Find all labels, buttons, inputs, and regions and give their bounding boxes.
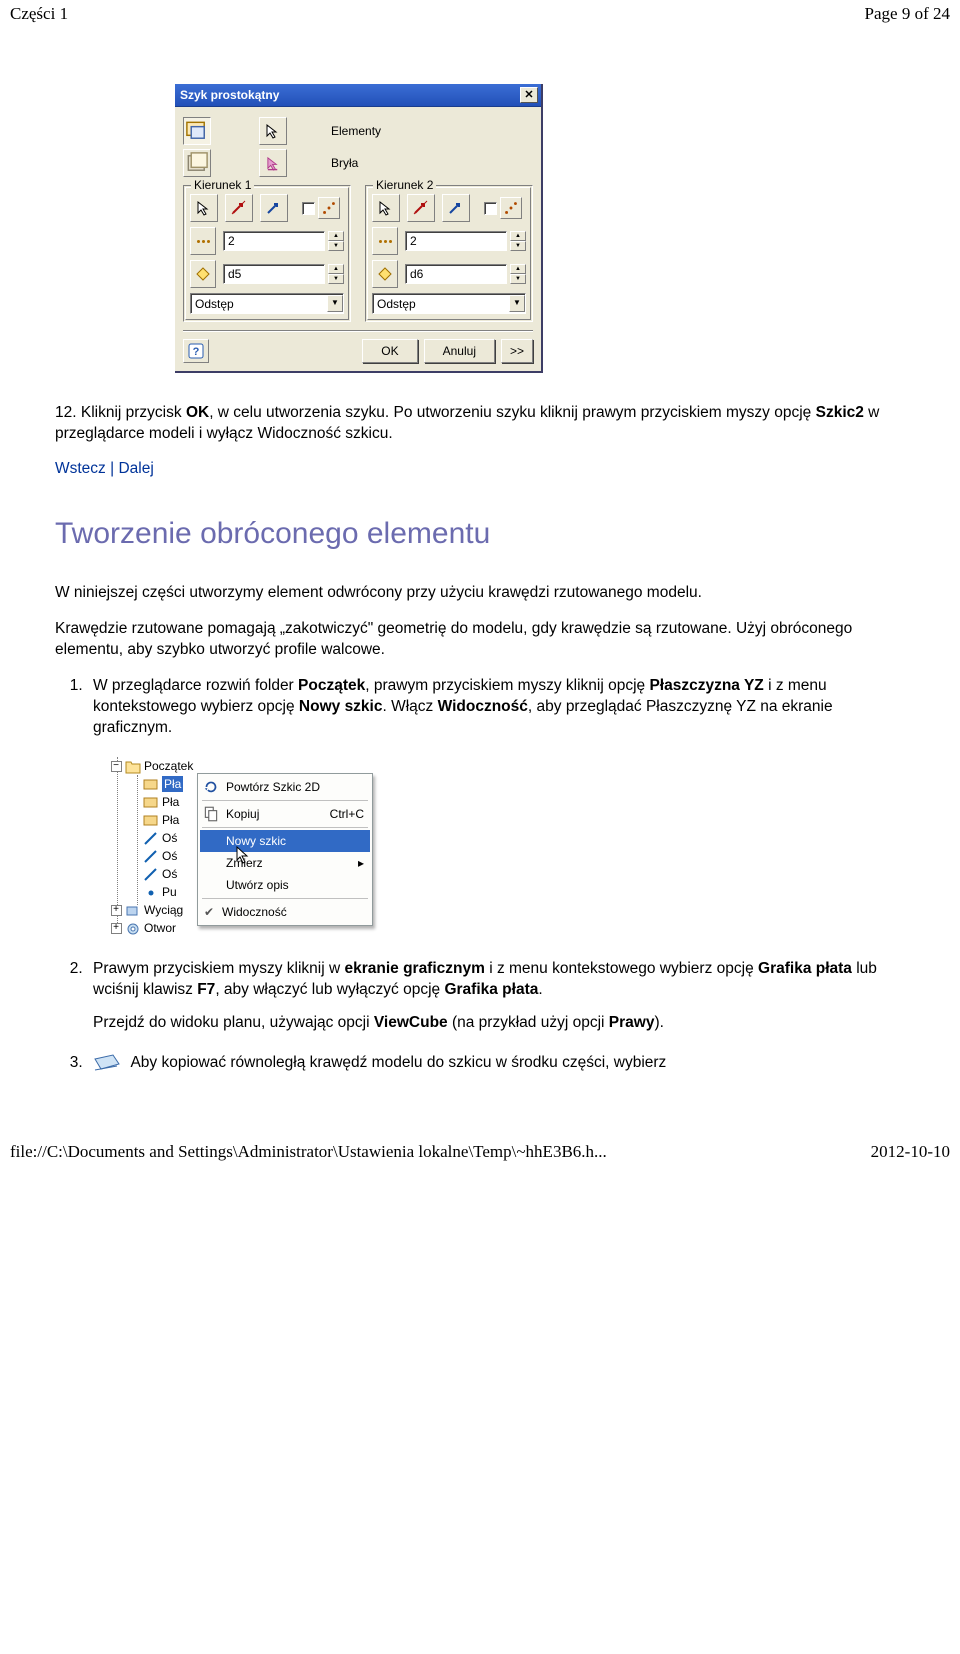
expand-icon[interactable]: + (111, 905, 122, 916)
step-3: Aby kopiować równoległą krawędź modelu d… (87, 1052, 905, 1074)
expand-icon[interactable]: + (111, 923, 122, 934)
ctx-repeat-item[interactable]: Powtórz Szkic 2D (200, 776, 370, 798)
tree-item[interactable]: Oś (162, 848, 177, 864)
select-elements-cursor-icon[interactable] (259, 117, 287, 145)
dir1-dim-icon (190, 260, 216, 288)
dialog-titlebar[interactable]: Szyk prostokątny ✕ (175, 84, 541, 107)
ctx-copy-item[interactable]: Kopiuj Ctrl+C (200, 803, 370, 825)
ctx-visibility-item[interactable]: ✔ Widoczność (200, 901, 370, 923)
ok-button[interactable]: OK (362, 339, 417, 363)
copy-icon (202, 805, 220, 823)
tree-bottom-item[interactable]: Otwor (144, 920, 176, 936)
collapse-icon[interactable]: − (111, 761, 122, 772)
footer-path: file://C:\Documents and Settings\Adminis… (10, 1142, 607, 1162)
expand-button[interactable]: >> (501, 339, 533, 363)
tree-selected-item[interactable]: Pła (162, 776, 183, 792)
tree-item[interactable]: Pu (162, 884, 177, 900)
nav-links: Wstecz | Dalej (55, 459, 905, 480)
hole-icon (125, 921, 141, 936)
dir2-pick-cursor-icon[interactable] (372, 194, 400, 222)
step-2: Prawym przyciskiem myszy kliknij w ekran… (87, 959, 905, 1034)
elements-label: Elementy (331, 123, 381, 139)
dir1-count-input[interactable]: 2 (223, 231, 325, 251)
dir2-pattern-icon[interactable] (500, 197, 522, 219)
svg-text:?: ? (193, 346, 200, 358)
page-header-right: Page 9 of 24 (865, 4, 950, 24)
dir2-flip-icon[interactable] (407, 194, 435, 222)
check-icon: ✔ (202, 904, 216, 920)
ctx-create-desc-item[interactable]: Utwórz opis (200, 874, 370, 896)
dialog-title-text: Szyk prostokątny (180, 87, 279, 103)
extrude-icon (125, 903, 141, 918)
tree-item[interactable]: Pła (162, 812, 179, 828)
tree-item[interactable]: Pła (162, 794, 179, 810)
tree-item[interactable]: Oś (162, 866, 177, 882)
dir1-dim-spinner[interactable]: ▲▼ (328, 264, 344, 284)
section-p1: W niniejszej części utworzymy element od… (55, 583, 905, 604)
plane-icon (143, 777, 159, 792)
solid-label: Bryła (331, 155, 358, 171)
dir2-midplane-icon[interactable] (442, 194, 470, 222)
dir1-flip-icon[interactable] (225, 194, 253, 222)
plane-icon (143, 813, 159, 828)
section-title: Tworzenie obróconego elementu (55, 514, 905, 555)
dir2-dim-icon (372, 260, 398, 288)
dir2-checkbox[interactable] (484, 202, 497, 215)
direction1-label: Kierunek 1 (191, 177, 254, 193)
chevron-down-icon[interactable]: ▼ (509, 295, 525, 312)
page-header-left: Części 1 (10, 4, 68, 24)
dir1-count-spinner[interactable]: ▲▼ (328, 231, 344, 251)
dialog-window: Szyk prostokątny ✕ Elementy (175, 84, 543, 373)
axis-icon (143, 849, 159, 864)
ctx-measure-item[interactable]: Zmierz ▸ (200, 852, 370, 874)
select-solid-cursor-icon[interactable] (259, 149, 287, 177)
footer-date: 2012-10-10 (871, 1142, 950, 1162)
help-icon[interactable]: ? (183, 339, 209, 363)
slice-graphics-icon (93, 1052, 121, 1074)
direction2-group: Kierunek 2 2 ▲▼ (365, 185, 533, 322)
dir1-spacing-select[interactable]: Odstęp▼ (190, 293, 344, 314)
dir1-count-icon (190, 227, 216, 255)
browser-tree-figure: − Początek Pła Pła Pła Oś Oś Oś Pu + Wyci… (107, 757, 371, 937)
folder-icon (125, 759, 141, 774)
direction2-label: Kierunek 2 (373, 177, 436, 193)
dir1-pick-cursor-icon[interactable] (190, 194, 218, 222)
axis-icon (143, 867, 159, 882)
dir2-count-icon (372, 227, 398, 255)
dir2-spacing-select[interactable]: Odstęp▼ (372, 293, 526, 314)
dir1-dim-input[interactable]: d5 (223, 264, 325, 284)
axis-icon (143, 831, 159, 846)
direction1-group: Kierunek 1 2 ▲▼ (183, 185, 351, 322)
close-icon[interactable]: ✕ (520, 87, 538, 103)
cursor-icon (235, 845, 251, 865)
filter-solid-icon[interactable] (183, 149, 211, 177)
repeat-icon (202, 778, 220, 796)
dir1-midplane-icon[interactable] (260, 194, 288, 222)
dir2-count-input[interactable]: 2 (405, 231, 507, 251)
tree-bottom-item[interactable]: Wyciąg (144, 902, 183, 918)
plane-icon (143, 795, 159, 810)
dir1-pattern-icon[interactable] (318, 197, 340, 219)
nav-next-link[interactable]: Dalej (118, 460, 153, 477)
dir2-count-spinner[interactable]: ▲▼ (510, 231, 526, 251)
step-12-text: 12. Kliknij przycisk OK, w celu utworzen… (55, 403, 905, 445)
context-menu: Powtórz Szkic 2D Kopiuj Ctrl+C Nowy szki… (197, 773, 373, 926)
cancel-button[interactable]: Anuluj (424, 339, 495, 363)
dir1-checkbox[interactable] (302, 202, 315, 215)
filter-elements-icon[interactable] (183, 117, 211, 145)
tree-root-label[interactable]: Początek (144, 758, 193, 774)
tree-item[interactable]: Oś (162, 830, 177, 846)
nav-back-link[interactable]: Wstecz (55, 460, 106, 477)
dir2-dim-spinner[interactable]: ▲▼ (510, 264, 526, 284)
dir2-dim-input[interactable]: d6 (405, 264, 507, 284)
point-icon (143, 885, 159, 900)
step-1: W przeglądarce rozwiń folder Początek, p… (87, 676, 905, 739)
section-p2: Krawędzie rzutowane pomagają „zakotwiczy… (55, 619, 905, 661)
chevron-down-icon[interactable]: ▼ (327, 295, 343, 312)
ctx-new-sketch-item[interactable]: Nowy szkic (200, 830, 370, 852)
